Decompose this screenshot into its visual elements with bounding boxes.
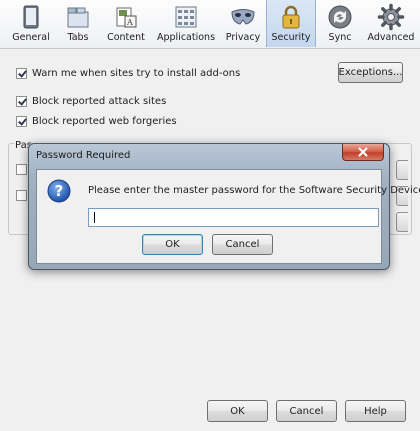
advanced-gear-icon xyxy=(377,3,405,31)
block-attack-option[interactable]: Block reported attack sites xyxy=(16,94,166,108)
warn-addons-label: Warn me when sites try to install add-on… xyxy=(32,67,241,79)
block-forgeries-checkbox[interactable] xyxy=(16,115,27,127)
tab-general-label: General xyxy=(12,32,50,43)
block-forgeries-option[interactable]: Block reported web forgeries xyxy=(16,114,177,128)
tab-applications[interactable]: Applications xyxy=(156,0,216,47)
dialog-body: ? Please enter the master password for t… xyxy=(36,169,420,264)
footer-ok-button[interactable]: OK xyxy=(207,400,268,422)
content-icon: A xyxy=(116,7,137,28)
security-lock-icon xyxy=(282,5,300,29)
svg-text:A: A xyxy=(126,18,133,27)
tabs-icon xyxy=(67,7,89,28)
warn-addons-checkbox[interactable] xyxy=(16,67,27,79)
dialog-ok-button[interactable]: OK xyxy=(142,234,203,255)
tab-security-label: Security xyxy=(271,32,311,43)
tab-content-label: Content xyxy=(107,32,145,43)
footer-help-button[interactable]: Help xyxy=(345,400,406,422)
password-required-dialog: Password Required ? Please enter the mas… xyxy=(28,143,420,270)
tab-tabs[interactable]: Tabs xyxy=(62,0,94,47)
tab-security[interactable]: Security xyxy=(266,0,316,47)
dialog-title: Password Required xyxy=(36,150,131,161)
close-icon xyxy=(358,147,368,157)
passwords-button-3[interactable] xyxy=(396,212,408,232)
svg-text:?: ? xyxy=(55,182,64,200)
tab-sync[interactable]: Sync xyxy=(319,0,361,47)
tab-content[interactable]: A Content xyxy=(103,0,149,47)
block-forgeries-label: Block reported web forgeries xyxy=(32,115,177,127)
privacy-mask-icon xyxy=(231,9,255,25)
exceptions-button[interactable]: Exceptions... xyxy=(338,62,403,83)
tab-advanced-label: Advanced xyxy=(367,32,415,43)
tab-applications-label: Applications xyxy=(156,32,216,43)
sync-icon xyxy=(328,5,352,29)
applications-icon xyxy=(175,6,197,28)
tab-tabs-label: Tabs xyxy=(67,32,89,43)
warn-addons-option[interactable]: Warn me when sites try to install add-on… xyxy=(16,66,240,80)
tab-sync-label: Sync xyxy=(328,32,352,43)
question-icon: ? xyxy=(47,179,71,203)
block-attack-checkbox[interactable] xyxy=(16,95,27,107)
tab-privacy-label: Privacy xyxy=(225,32,261,43)
block-attack-label: Block reported attack sites xyxy=(32,95,167,107)
passwords-option-checkbox-1[interactable] xyxy=(16,164,27,175)
tab-privacy[interactable]: Privacy xyxy=(223,0,263,47)
footer-cancel-button[interactable]: Cancel xyxy=(276,400,337,422)
general-icon xyxy=(23,5,39,29)
passwords-option-checkbox-2[interactable] xyxy=(16,190,27,201)
dialog-cancel-button[interactable]: Cancel xyxy=(212,234,273,255)
dialog-message: Please enter the master password for the… xyxy=(88,185,420,196)
text-caret xyxy=(94,212,95,223)
tab-advanced[interactable]: Advanced xyxy=(364,0,418,47)
preferences-toolbar: General Tabs A Content Applications Priv… xyxy=(0,0,420,49)
dialog-close-button[interactable] xyxy=(342,144,384,161)
tab-general[interactable]: General xyxy=(0,0,62,47)
master-password-input[interactable] xyxy=(88,208,379,227)
passwords-button-1[interactable] xyxy=(396,160,408,180)
